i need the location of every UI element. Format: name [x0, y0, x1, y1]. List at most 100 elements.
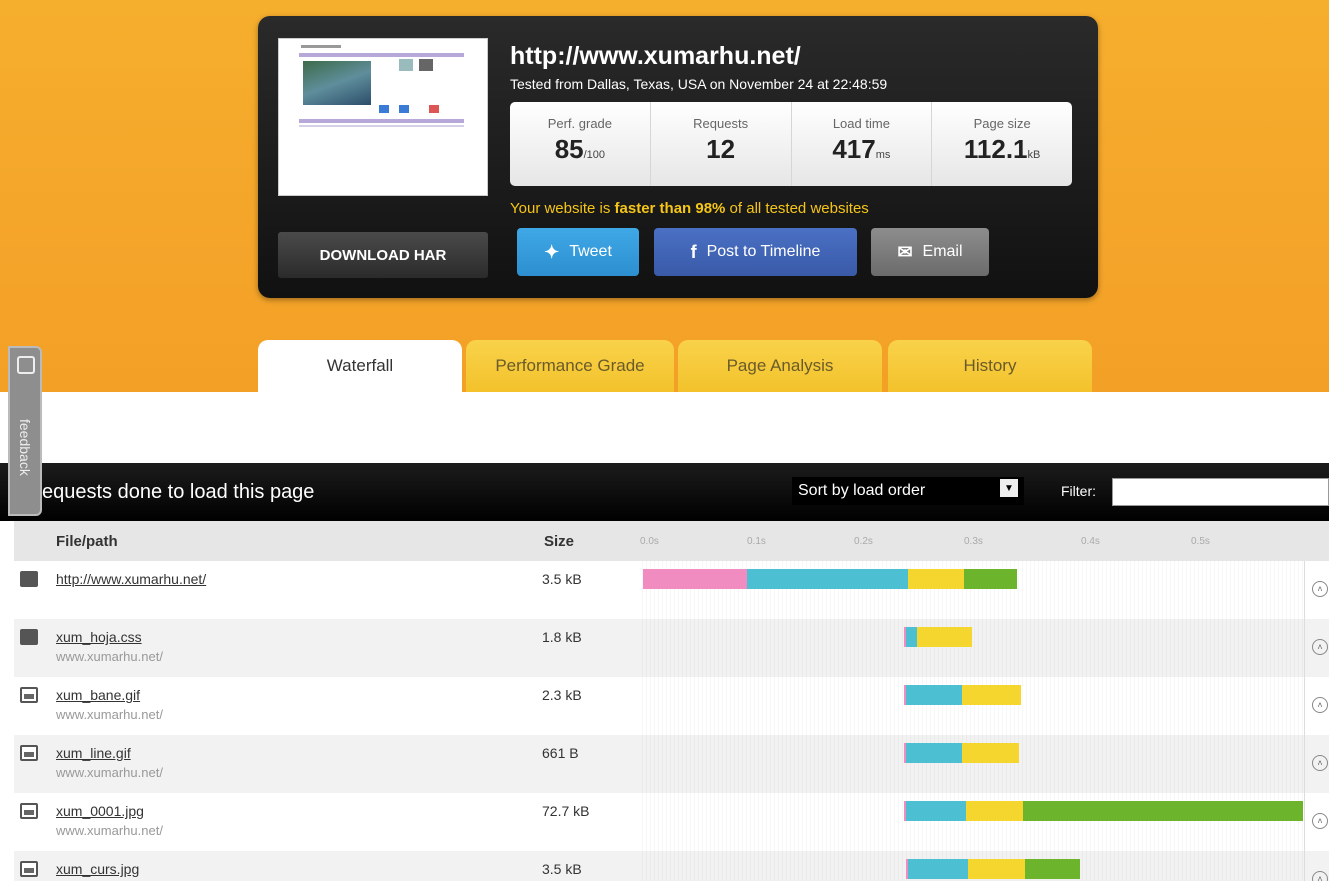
stat-label: Perf. grade	[547, 116, 613, 131]
file-size: 3.5 kB	[542, 571, 582, 587]
feedback-icon	[17, 356, 35, 374]
stat-load-time: Load time 417ms	[792, 102, 933, 186]
requests-title: equests done to load this page	[42, 481, 315, 503]
file-size: 3.5 kB	[542, 861, 582, 877]
table-row: xum_curs.jpg 3.5 kB ˄	[14, 851, 1329, 881]
tab-history[interactable]: History	[888, 340, 1092, 392]
expand-row-button[interactable]: ˄	[1304, 793, 1329, 851]
expand-row-button[interactable]: ˄	[1304, 735, 1329, 793]
timing-bar-connect	[905, 801, 967, 821]
download-har-button[interactable]: DOWNLOAD HAR	[278, 232, 488, 278]
chevron-up-icon: ˄	[1312, 697, 1328, 713]
file-host: www.xumarhu.net/	[56, 823, 163, 838]
timeline-tick: 0.1s	[747, 536, 766, 547]
stat-label: Requests	[693, 116, 749, 131]
file-size: 661 B	[542, 745, 579, 761]
waterfall-timeline	[642, 851, 1304, 881]
timeline-tick: 0.4s	[1081, 536, 1100, 547]
timing-bar-wait	[962, 743, 1020, 763]
timeline-tick: 0.2s	[854, 536, 873, 547]
waterfall-timeline	[642, 793, 1304, 851]
filter-input[interactable]	[1112, 478, 1329, 506]
page-screenshot-thumbnail	[278, 38, 488, 196]
file-size: 2.3 kB	[542, 687, 582, 703]
feedback-tab[interactable]: feedback	[8, 346, 42, 516]
file-host: www.xumarhu.net/	[56, 765, 163, 780]
sort-select[interactable]: Sort by load order	[792, 477, 1024, 505]
image-file-icon	[20, 745, 38, 761]
waterfall-timeline	[642, 677, 1304, 735]
stat-page-size: Page size 112.1kB	[932, 102, 1072, 186]
stat-value: 417	[832, 134, 876, 164]
stat-label: Load time	[832, 116, 890, 131]
stat-value: 85	[554, 134, 584, 164]
chevron-up-icon: ˄	[1312, 871, 1328, 881]
timing-bar-connect	[905, 685, 963, 705]
tweet-label: Tweet	[569, 243, 612, 260]
css-file-icon	[20, 629, 38, 645]
tweet-button[interactable]: ✦ Tweet	[517, 228, 639, 276]
stat-unit: ms	[875, 149, 891, 161]
waterfall-timeline	[642, 619, 1304, 677]
column-header-size: Size	[544, 533, 575, 550]
waterfall-timeline	[642, 735, 1304, 793]
image-file-icon	[20, 803, 38, 819]
timeline-tick: 0.3s	[964, 536, 983, 547]
timing-bar-wait	[968, 859, 1025, 879]
timing-bar-dns	[643, 569, 747, 589]
timeline-tick: 0.5s	[1191, 536, 1210, 547]
table-header: File/path Size 0.0s 0.1s 0.2s 0.3s 0.4s …	[14, 521, 1329, 561]
stat-value: 112.1	[963, 134, 1028, 164]
timing-bar-connect	[905, 627, 918, 647]
file-name-link[interactable]: xum_line.gif	[56, 745, 131, 761]
image-file-icon	[20, 861, 38, 877]
file-host: www.xumarhu.net/	[56, 707, 163, 722]
file-name-link[interactable]: xum_0001.jpg	[56, 803, 144, 819]
chevron-down-icon[interactable]: ▼	[1000, 479, 1018, 497]
expand-row-button[interactable]: ˄	[1304, 561, 1329, 619]
expand-row-button[interactable]: ˄	[1304, 619, 1329, 677]
file-name-link[interactable]: xum_hoja.css	[56, 629, 142, 645]
chevron-up-icon: ˄	[1312, 813, 1328, 829]
faster-than-text: Your website is faster than 98% of all t…	[510, 200, 869, 217]
file-size: 1.8 kB	[542, 629, 582, 645]
stat-value: 12	[706, 134, 736, 164]
email-button[interactable]: ✉ Email	[871, 228, 989, 276]
stat-perf-grade: Perf. grade 85/100	[510, 102, 651, 186]
email-label: Email	[922, 243, 963, 260]
timing-bar-wait	[917, 627, 972, 647]
column-header-file: File/path	[56, 533, 118, 550]
tab-performance-grade[interactable]: Performance Grade	[466, 340, 674, 392]
requests-toolbar: equests done to load this page Sort by l…	[0, 463, 1329, 521]
chevron-up-icon: ˄	[1312, 755, 1328, 771]
table-row: xum_bane.gif www.xumarhu.net/2.3 kB ˄	[14, 677, 1329, 735]
timing-bar-wait	[966, 801, 1023, 821]
stat-unit: /100	[583, 149, 606, 161]
timing-bar-recv	[964, 569, 1018, 589]
post-to-timeline-label: Post to Timeline	[706, 243, 821, 260]
tested-from-text: Tested from Dallas, Texas, USA on Novemb…	[510, 76, 888, 92]
file-size: 72.7 kB	[542, 803, 590, 819]
summary-panel: DOWNLOAD HAR http://www.xumarhu.net/ Tes…	[258, 16, 1098, 298]
tab-page-analysis[interactable]: Page Analysis	[678, 340, 882, 392]
timing-bar-wait	[962, 685, 1021, 705]
table-row: xum_line.gif www.xumarhu.net/661 B ˄	[14, 735, 1329, 793]
timeline-tick: 0.0s	[640, 536, 659, 547]
timing-bar-connect	[746, 569, 908, 589]
tab-waterfall[interactable]: Waterfall	[258, 340, 462, 392]
table-row: http://www.xumarhu.net/3.5 kB ˄	[14, 561, 1329, 619]
waterfall-timeline	[642, 561, 1304, 619]
html-file-icon	[20, 571, 38, 587]
envelope-icon: ✉	[897, 241, 913, 262]
expand-row-button[interactable]: ˄	[1304, 851, 1329, 881]
file-name-link[interactable]: http://www.xumarhu.net/	[56, 571, 206, 587]
chevron-up-icon: ˄	[1312, 639, 1328, 655]
timing-bar-connect	[907, 859, 969, 879]
file-name-link[interactable]: xum_bane.gif	[56, 687, 140, 703]
filter-label: Filter:	[1061, 483, 1096, 499]
post-to-timeline-button[interactable]: f Post to Timeline	[654, 228, 857, 276]
file-name-link[interactable]: xum_curs.jpg	[56, 861, 139, 877]
expand-row-button[interactable]: ˄	[1304, 677, 1329, 735]
stats-panel: Perf. grade 85/100 Requests 12 Load time…	[510, 102, 1072, 186]
twitter-bird-icon: ✦	[544, 241, 560, 262]
